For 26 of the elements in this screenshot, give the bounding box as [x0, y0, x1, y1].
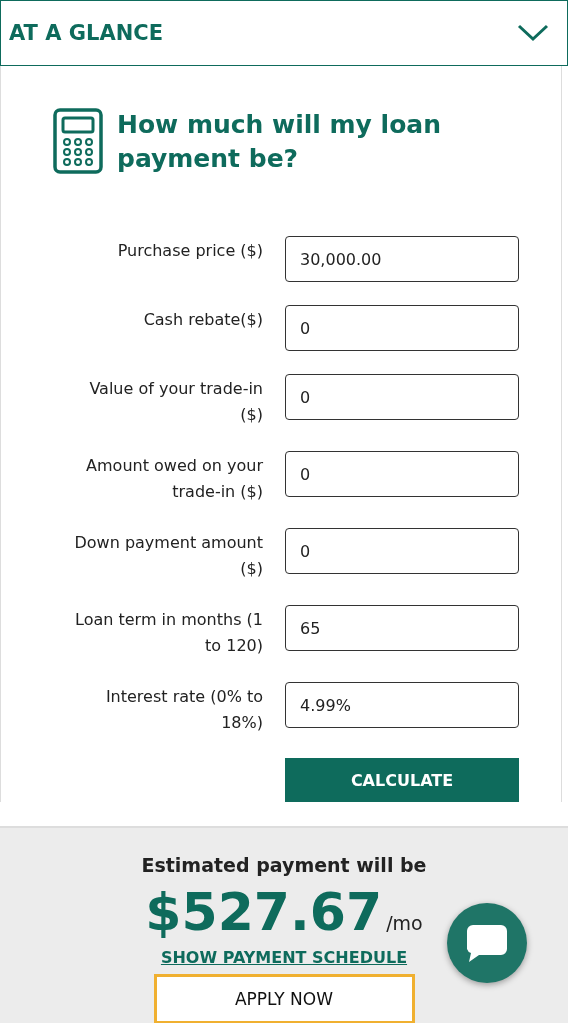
- input-field[interactable]: 65: [285, 605, 519, 651]
- calculate-button[interactable]: CALCULATE: [285, 758, 519, 802]
- input-field[interactable]: 4.99%: [285, 682, 519, 728]
- chevron-down-icon: [517, 24, 549, 42]
- field-label: Purchase price ($): [116, 240, 263, 262]
- input-field[interactable]: 0: [285, 374, 519, 420]
- input-field[interactable]: 30,000.00: [285, 236, 519, 282]
- payment-amount: $527.67: [145, 882, 383, 942]
- result-caption: Estimated payment will be: [141, 854, 427, 876]
- field-label: Amount owed on your trade-in ($): [85, 455, 263, 503]
- field-label: Cash rebate($): [142, 309, 263, 331]
- calculator-icon: [53, 108, 103, 174]
- input-field[interactable]: 0: [285, 451, 519, 497]
- schedule-link[interactable]: SHOW PAYMENT SCHEDULE: [160, 948, 408, 967]
- field-label: Loan term in months (1 to 120): [74, 609, 263, 657]
- accordion-title: AT A GLANCE: [9, 21, 164, 45]
- chat-icon: [465, 923, 509, 963]
- field-label: Value of your trade-in ($): [88, 378, 263, 426]
- accordion-header[interactable]: AT A GLANCE: [0, 0, 568, 66]
- payment-unit: /mo: [386, 912, 423, 934]
- apply-button[interactable]: APPLY NOW: [153, 974, 415, 1023]
- field-label: Interest rate (0% to 18%): [104, 686, 263, 734]
- input-field[interactable]: 0: [285, 305, 519, 351]
- field-label: Down payment amount ($): [73, 532, 263, 580]
- input-field[interactable]: 0: [285, 528, 519, 574]
- calculator-title: How much will my loan payment be?: [117, 109, 443, 175]
